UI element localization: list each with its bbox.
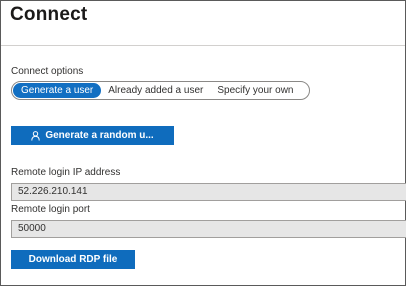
option-generate-a-user[interactable]: Generate a user bbox=[13, 83, 102, 98]
connect-panel: Connect Connect options Generate a user … bbox=[0, 0, 406, 286]
generate-button-label: Generate a random u... bbox=[45, 130, 154, 141]
person-icon bbox=[31, 130, 41, 141]
remote-ip-field[interactable]: 52.226.210.141 bbox=[11, 183, 406, 201]
title-divider bbox=[1, 45, 405, 46]
option-already-added-a-user[interactable]: Already added a user bbox=[101, 83, 210, 98]
connect-options-toggle: Generate a user Already added a user Spe… bbox=[11, 81, 310, 100]
generate-random-user-button[interactable]: Generate a random u... bbox=[11, 126, 174, 145]
remote-port-field[interactable]: 50000 bbox=[11, 220, 406, 238]
remote-ip-label: Remote login IP address bbox=[11, 167, 121, 178]
option-specify-your-own[interactable]: Specify your own bbox=[210, 83, 300, 98]
remote-port-label: Remote login port bbox=[11, 204, 90, 215]
download-button-label: Download RDP file bbox=[28, 254, 118, 265]
connect-options-label: Connect options bbox=[11, 66, 84, 77]
download-rdp-button[interactable]: Download RDP file bbox=[11, 250, 135, 269]
page-title: Connect bbox=[10, 4, 88, 25]
